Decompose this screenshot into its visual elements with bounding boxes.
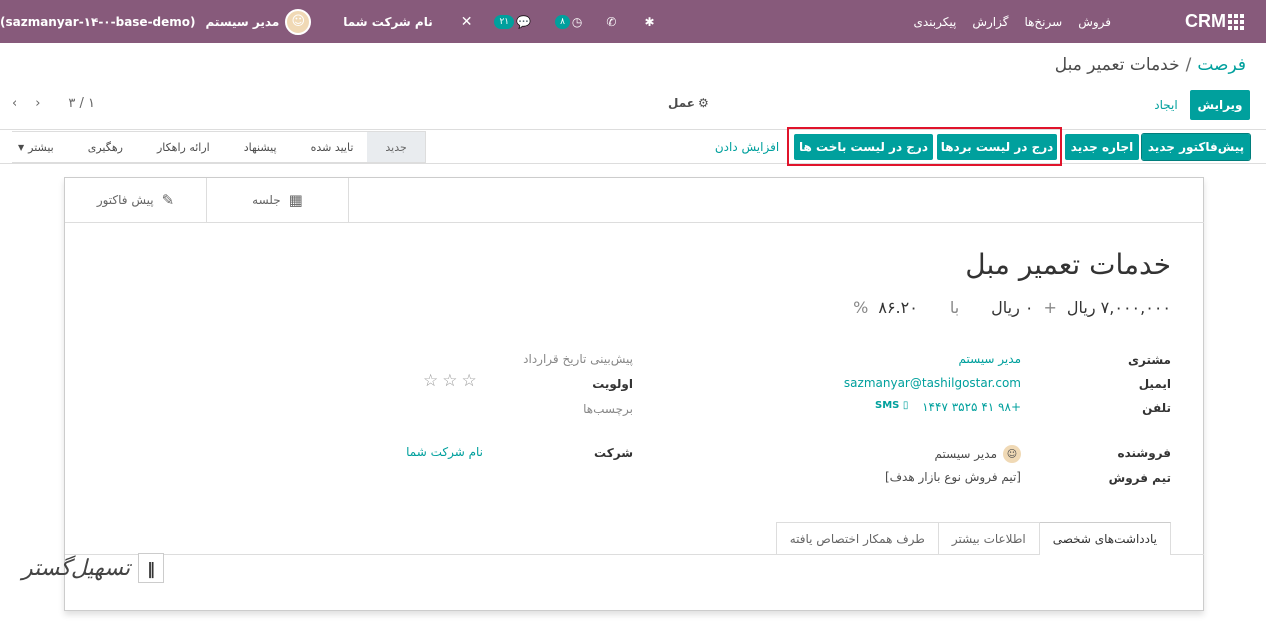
header-divider — [0, 129, 1266, 130]
with-label: با — [949, 298, 960, 317]
customer-value[interactable]: مدیر سیستم — [959, 352, 1022, 366]
probability[interactable]: ۸۶.۲۰ — [878, 298, 917, 317]
form-sheet: ✎ پیش فاکتور ▦ جلسه خدمات تعمیر مبل ۷,۰۰… — [64, 177, 1204, 611]
menu-configuration[interactable]: پیکربندی — [913, 15, 956, 29]
watermark-icon: ‖ — [138, 553, 165, 583]
quotation-label: پیش فاکتور — [96, 193, 154, 207]
star-icon[interactable]: ☆ — [423, 371, 438, 391]
menu-sales[interactable]: فروش — [1078, 15, 1111, 29]
breadcrumb-current: خدمات تعمیر مبل — [1054, 55, 1180, 75]
revenue-row: ۷,۰۰۰,۰۰۰ ریال + ۰ ریال با ۸۶.۲۰ % — [853, 298, 1171, 317]
company-label: شرکت — [594, 446, 633, 460]
phone-value[interactable]: +۹۸ ۴۱ ۳۵۲۵ ۱۴۴۷ — [922, 400, 1021, 414]
priority-label: اولویت — [592, 377, 633, 391]
stage-tracking[interactable]: رهگیری — [67, 131, 137, 163]
pager-next-icon[interactable]: › — [35, 96, 40, 111]
salesperson-label: فروشنده — [1117, 446, 1172, 460]
notebook-tabs: یادداشت‌های شخصی اطلاعات بیشتر طرف همکار… — [775, 522, 1171, 555]
user-avatar: ☺ — [285, 8, 312, 35]
sales-team-value[interactable]: [تیم فروش نوع بازار هدف] — [885, 470, 1021, 484]
bug-icon[interactable]: ✱ — [644, 15, 654, 29]
sales-team-label: تیم فروش — [1108, 471, 1171, 485]
stage-statusbar: ▼ بیشتر رهگیری ارائه راهکار پیشنهاد تایید… — [12, 131, 426, 163]
systray: (sazmanyar-۱۴-۰-base-demo) مدیر سیستم ☺ … — [0, 0, 655, 43]
watermark-script: ﺗﺴﻬﯿﻞ‌ﮔﺴﺘﺮ — [22, 555, 131, 581]
clock-icon: ◷ — [571, 14, 583, 29]
activity-badge: ۸ — [555, 14, 570, 29]
tags-label: برچسب‌ها — [583, 402, 633, 416]
customer-label: مشتری — [1127, 353, 1171, 367]
new-quotation-button[interactable]: پیش‌فاکتور جدید — [1141, 133, 1251, 161]
new-rental-button[interactable]: اجاره جدید — [1065, 134, 1139, 160]
stage-qualified[interactable]: تایید شده — [290, 131, 368, 163]
meeting-smart-button[interactable]: ▦ جلسه — [207, 178, 349, 222]
stage-new[interactable]: جدید — [367, 131, 426, 163]
pager-value[interactable]: ۳ / ۱ — [68, 96, 95, 111]
deadline-label: پیش‌بینی تاریخ قرارداد — [523, 352, 633, 366]
email-value[interactable]: sazmanyar@tashilgostar.com — [844, 376, 1021, 390]
breadcrumb-parent[interactable]: فرصت — [1197, 55, 1246, 75]
chat-icon: 💬 — [516, 14, 532, 29]
star-icon[interactable]: ☆ — [462, 371, 477, 391]
email-label: ایمیل — [1138, 377, 1171, 391]
watermark-logo: ﺗﺴﻬﯿﻞ‌ﮔﺴﺘﺮ ‖ — [22, 553, 165, 583]
expected-revenue[interactable]: ۷,۰۰۰,۰۰۰ ریال — [1067, 298, 1171, 317]
apps-menu-icon[interactable] — [1228, 0, 1246, 43]
main-menu: فروش سرنخ‌ها گزارش پیکربندی — [913, 0, 1111, 43]
stages-more-dropdown[interactable]: ▼ بیشتر — [12, 131, 68, 163]
salesperson-field[interactable]: ☺ مدیر سیستم — [934, 445, 1021, 463]
pager-previous-icon[interactable]: ‹ — [12, 96, 17, 111]
star-icon[interactable]: ☆ — [442, 371, 457, 391]
tools-icon[interactable]: ✕ — [461, 14, 473, 30]
phone-label: تلفن — [1142, 401, 1171, 415]
edit-button[interactable]: ویرایش — [1190, 90, 1250, 120]
lead-title[interactable]: خدمات تعمیر مبل — [965, 248, 1171, 281]
meeting-label: جلسه — [252, 193, 281, 207]
edit-icon: ✎ — [161, 191, 175, 209]
app-brand[interactable]: CRM — [1185, 0, 1226, 43]
user-menu[interactable]: مدیر سیستم ☺ — [205, 8, 312, 35]
action-label: عمل — [668, 96, 695, 110]
top-navbar: CRM فروش سرنخ‌ها گزارش پیکربندی (sazmany… — [0, 0, 1266, 43]
menu-reporting[interactable]: گزارش — [972, 15, 1008, 29]
breadcrumb-separator: / — [1185, 55, 1192, 75]
sms-button[interactable]: ▯ SMS — [875, 400, 908, 411]
plus-sign: + — [1043, 298, 1057, 317]
tab-assigned-partner[interactable]: طرف همکار اختصاص یافته — [775, 522, 939, 554]
menu-leads[interactable]: سرنخ‌ها — [1024, 15, 1062, 29]
percent-sign: % — [853, 298, 869, 317]
company-switcher[interactable]: نام شرکت شما — [343, 15, 432, 29]
stages-more-label: بیشتر — [28, 140, 54, 154]
pager: ‹ › ۳ / ۱ — [12, 96, 95, 111]
company-value[interactable]: نام شرکت شما — [406, 445, 483, 459]
create-button[interactable]: ایجاد — [1146, 90, 1186, 120]
phone-icon[interactable]: ✆ — [606, 15, 616, 29]
mobile-icon: ▯ — [899, 400, 909, 411]
database-name[interactable]: (sazmanyar-۱۴-۰-base-demo) — [0, 15, 196, 29]
statusbar-divider — [0, 163, 1266, 164]
breadcrumb: فرصت/خدمات تعمیر مبل — [1055, 55, 1246, 75]
mark-won-button[interactable]: درج در لیست بردها — [937, 134, 1057, 160]
priority-stars: ☆ ☆ ☆ — [423, 371, 477, 391]
calendar-icon: ▦ — [288, 191, 303, 209]
messaging-menu[interactable]: ۲۱ 💬 — [494, 14, 532, 29]
recurring-revenue[interactable]: ۰ ریال — [991, 298, 1033, 317]
tab-extra-info[interactable]: اطلاعات بیشتر — [937, 522, 1040, 554]
action-menu[interactable]: ⚙ عمل — [668, 96, 709, 110]
caret-down-icon: ▼ — [18, 142, 25, 152]
salesperson-avatar: ☺ — [1003, 445, 1021, 463]
user-name: مدیر سیستم — [205, 14, 280, 29]
stage-solution[interactable]: ارائه راهکار — [136, 131, 224, 163]
activity-menu[interactable]: ۸ ◷ — [555, 14, 583, 29]
enrich-button[interactable]: افزایش دادن — [710, 134, 784, 160]
button-box-divider — [65, 222, 1204, 223]
sms-label: SMS — [875, 400, 900, 411]
quotation-smart-button[interactable]: ✎ پیش فاکتور — [65, 178, 207, 222]
tab-internal-notes[interactable]: یادداشت‌های شخصی — [1038, 522, 1171, 555]
gear-icon: ⚙ — [697, 96, 709, 110]
stage-proposal[interactable]: پیشنهاد — [223, 131, 291, 163]
messages-badge: ۲۱ — [494, 14, 515, 29]
mark-lost-button[interactable]: درج در لیست باخت ها — [794, 134, 933, 160]
salesperson-value: مدیر سیستم — [934, 447, 998, 461]
